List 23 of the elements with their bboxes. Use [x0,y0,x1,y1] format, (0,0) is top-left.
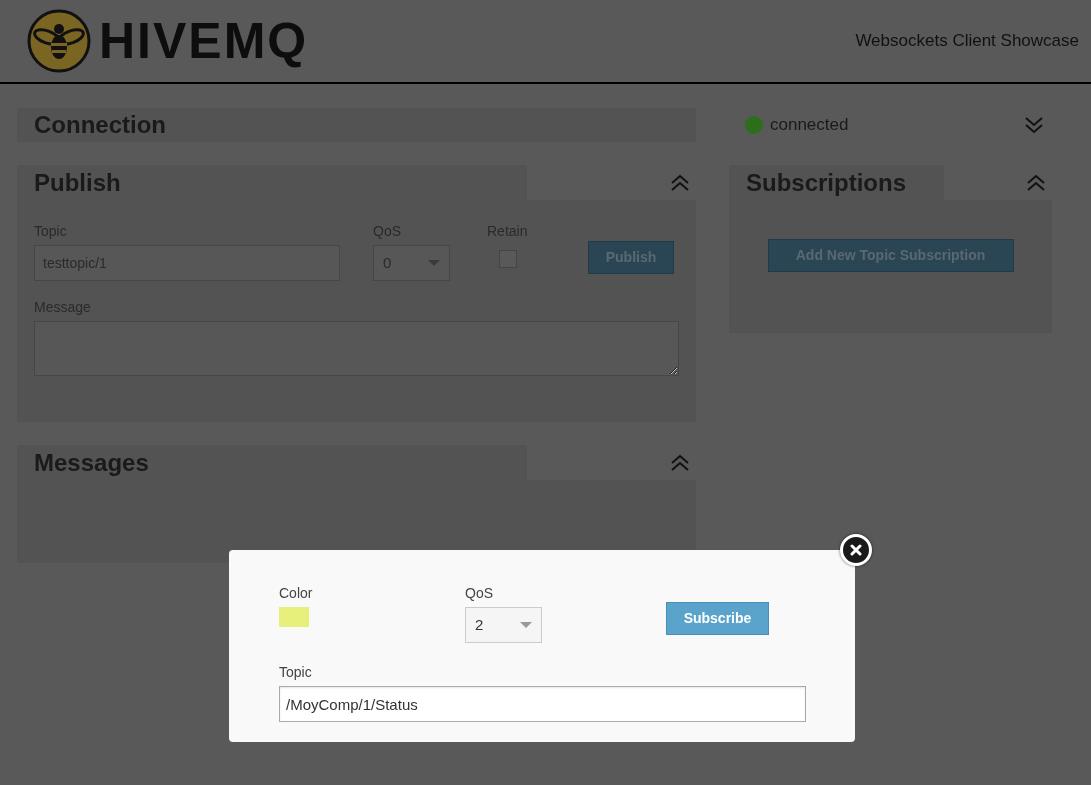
status-text: connected [770,114,849,137]
color-swatch[interactable] [279,607,309,627]
logo-text: HIVEMQ [99,16,309,66]
chevron-up-icon[interactable] [670,172,690,193]
section-title: Messages [34,447,149,478]
field-label: QoS [465,584,494,603]
field-label: Topic [279,663,313,682]
caret-icon [520,622,532,628]
chevron-up-icon[interactable] [670,452,690,473]
chevron-up-icon[interactable] [1026,172,1046,193]
close-button[interactable] [840,534,872,566]
section-title: Subscriptions [746,167,907,198]
subscribe-button[interactable]: Subscribe [666,602,769,635]
field-label: Color [279,584,314,603]
bee-logo-icon [27,9,91,73]
qos-select[interactable]: 2 [465,607,542,643]
topic-input[interactable]: /MoyComp/1/Status [279,686,806,722]
chevron-down-icon[interactable] [1024,115,1044,135]
close-icon [850,544,862,556]
section-title: Connection [34,110,166,140]
caret-icon [428,260,440,266]
section-title: Publish [34,167,121,198]
header-subtitle: Websockets Client Showcase [855,30,1079,53]
